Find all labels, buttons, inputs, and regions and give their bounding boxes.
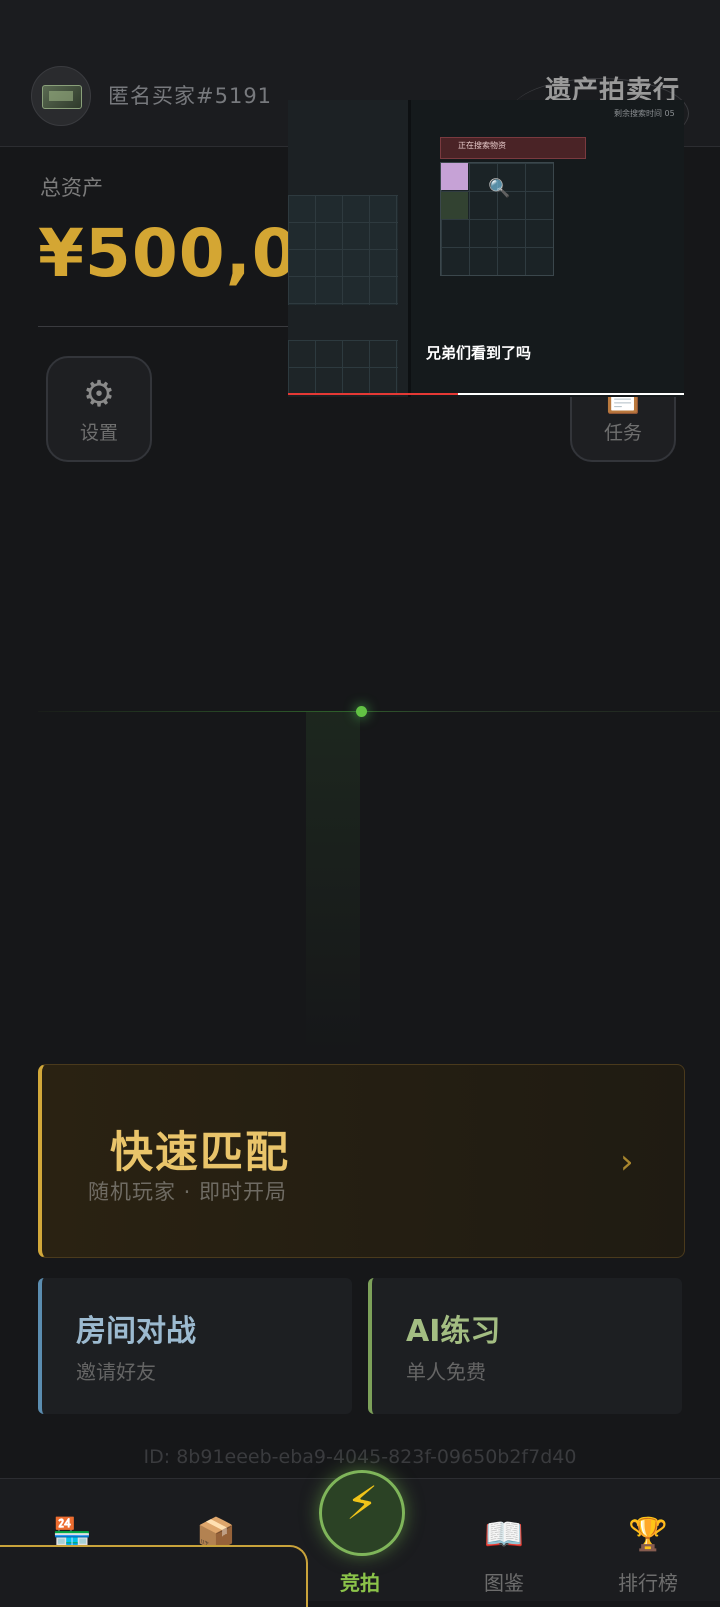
book-icon: 📖 <box>484 1515 524 1553</box>
settings-button[interactable]: ⚙ 设置 <box>46 356 152 462</box>
video-inventory-grid <box>288 195 398 305</box>
ai-practice-card[interactable]: AI练习 单人免费 <box>368 1278 682 1414</box>
video-inventory-grid-lower <box>288 340 398 395</box>
video-progress-fill <box>288 393 459 395</box>
nav-auction-label: 竞拍 <box>340 1571 380 1595</box>
quick-match-title: 快速匹配 <box>110 1128 290 1178</box>
nav-catalog[interactable]: 📖 图鉴 <box>432 1479 576 1601</box>
ai-practice-title: AI练习 <box>406 1314 501 1349</box>
video-overlay[interactable]: 剩余搜索时间 05 正在搜索物资 🔍 兄弟们看到了吗 <box>288 100 684 397</box>
chip-icon <box>42 85 82 109</box>
room-battle-card[interactable]: 房间对战 邀请好友 <box>38 1278 352 1414</box>
video-timer: 剩余搜索时间 05 <box>614 109 675 118</box>
ai-practice-subtitle: 单人免费 <box>406 1360 486 1384</box>
tasks-label: 任务 <box>603 422 642 444</box>
avatar[interactable] <box>31 66 91 126</box>
room-battle-subtitle: 邀请好友 <box>76 1360 156 1384</box>
video-search-text: 正在搜索物资 <box>458 141 506 150</box>
trophy-icon: 🏆 <box>628 1515 668 1553</box>
video-caption: 兄弟们看到了吗 <box>426 344 532 362</box>
settings-label: 设置 <box>79 422 118 444</box>
decor-dot <box>356 706 367 717</box>
nav-rank[interactable]: 🏆 排行榜 <box>576 1479 720 1601</box>
room-battle-title: 房间对战 <box>76 1314 196 1349</box>
magnifier-icon: 🔍 <box>488 178 511 199</box>
lightning-icon: ⚡ <box>345 1476 379 1530</box>
video-loot-item <box>441 192 468 219</box>
quick-match-subtitle: 随机玩家 · 即时开局 <box>88 1180 288 1204</box>
chevron-right-icon: › <box>620 1142 634 1182</box>
video-separator <box>408 100 411 397</box>
total-assets-label: 总资产 <box>40 176 103 200</box>
gear-icon: ⚙ <box>82 374 116 415</box>
decor-column <box>306 712 360 1052</box>
overlay-panel <box>0 1545 308 1607</box>
nav-rank-label: 排行榜 <box>618 1571 678 1595</box>
nav-catalog-label: 图鉴 <box>484 1571 524 1595</box>
user-id: ID: 8b91eeeb-eba9-4045-823f-09650b2f7d40 <box>143 1446 577 1468</box>
video-loot-item <box>441 163 468 190</box>
decor-line <box>38 711 720 712</box>
username: 匿名买家#5191 <box>108 84 273 108</box>
total-assets-value: ¥500,000 <box>38 215 298 292</box>
